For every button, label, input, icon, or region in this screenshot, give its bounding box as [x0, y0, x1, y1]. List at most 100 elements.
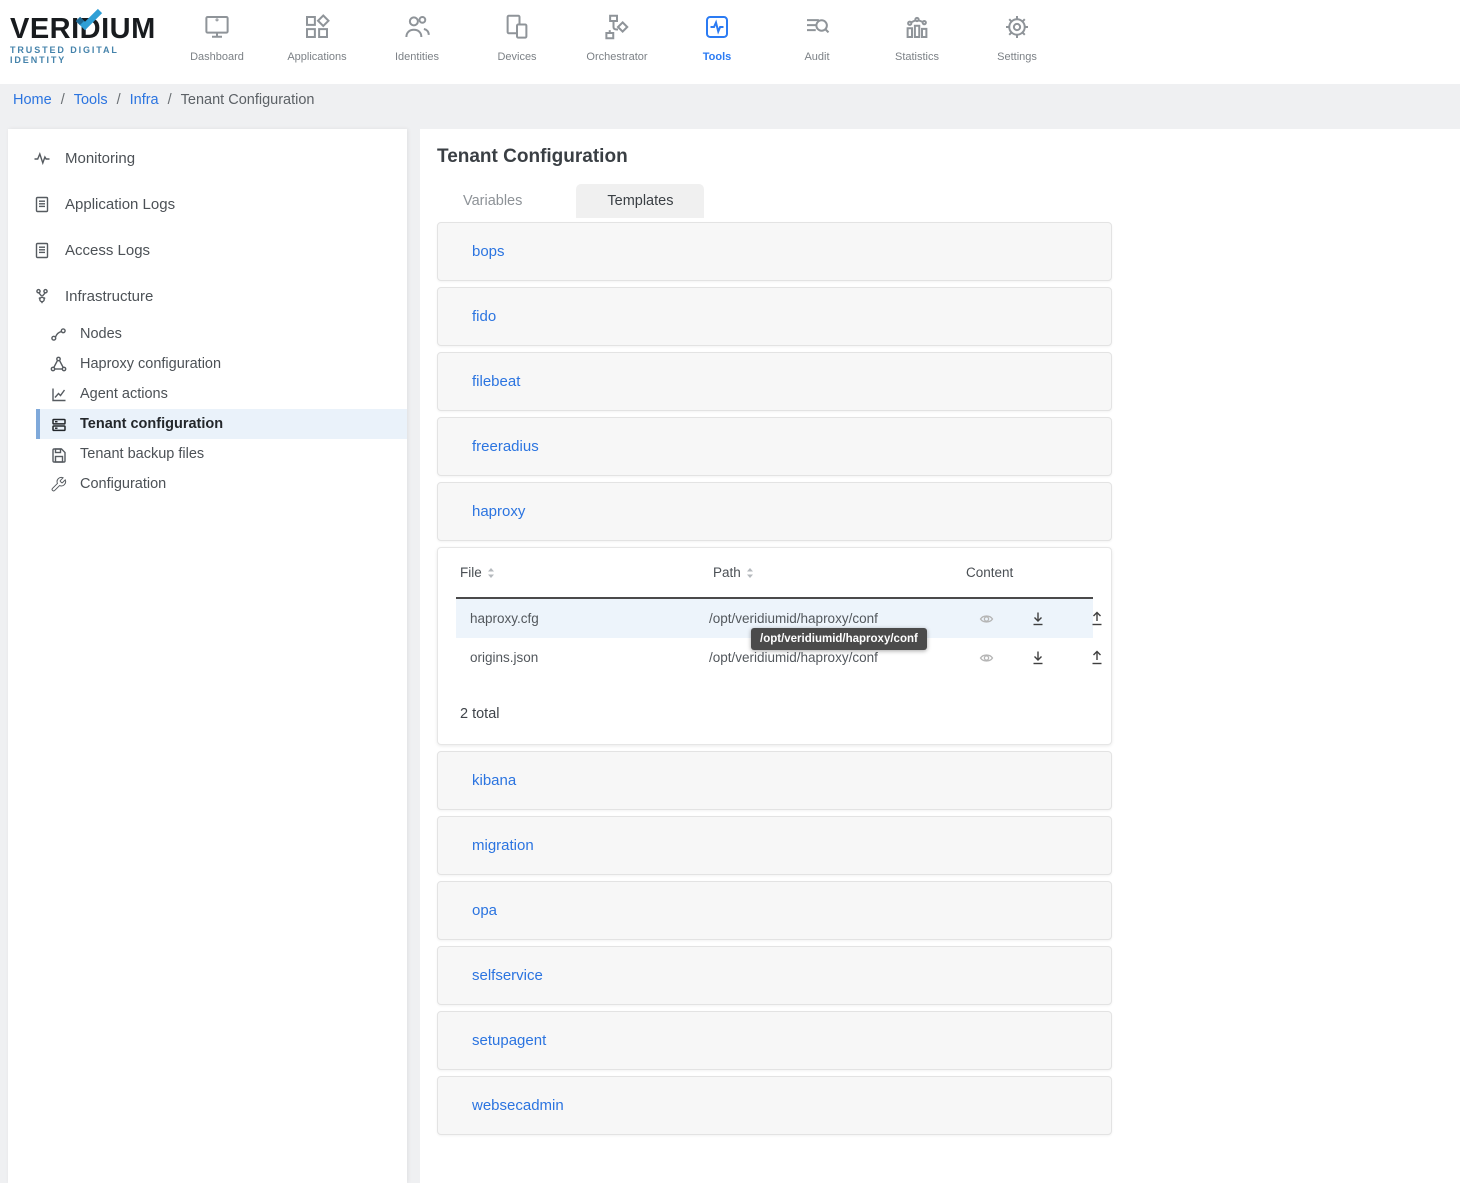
template-section-bops[interactable]: bops — [437, 222, 1112, 281]
breadcrumb-separator: / — [61, 92, 65, 108]
sidebar-item-nodes[interactable]: Nodes — [36, 319, 407, 349]
sidebar-item-label: Configuration — [80, 476, 166, 492]
template-accordion: bops fido filebeat freeradius haproxy Fi… — [437, 222, 1112, 1135]
view-content-button[interactable] — [960, 650, 1012, 666]
sidebar-item-access-logs[interactable]: Access Logs — [8, 227, 407, 273]
sidebar-item-application-logs[interactable]: Application Logs — [8, 181, 407, 227]
sort-icon[interactable] — [487, 567, 495, 579]
sidebar-item-monitoring[interactable]: Monitoring — [8, 135, 407, 181]
server-stack-icon — [50, 416, 67, 433]
haproxy-expanded-panel: File Path Content haproxy.cfg /opt/verid… — [437, 547, 1112, 745]
nodes-icon — [50, 326, 67, 343]
nav-label: Audit — [804, 51, 829, 63]
template-link[interactable]: selfservice — [472, 967, 543, 984]
nav-label: Statistics — [895, 51, 939, 63]
template-section-setupagent[interactable]: setupagent — [437, 1011, 1112, 1070]
template-section-freeradius[interactable]: freeradius — [437, 417, 1112, 476]
template-section-migration[interactable]: migration — [437, 816, 1112, 875]
nav-statistics[interactable]: Statistics — [867, 0, 967, 84]
download-button[interactable] — [1012, 649, 1063, 667]
sidebar-item-configuration[interactable]: Configuration — [36, 469, 407, 499]
nav-orchestrator[interactable]: Orchestrator — [567, 0, 667, 84]
veridium-logo[interactable]: VERIDIUM TRUSTED DIGITAL IDENTITY — [10, 14, 170, 65]
upload-button[interactable] — [1063, 610, 1131, 628]
upload-button[interactable] — [1063, 649, 1131, 667]
panel-gap — [407, 116, 420, 1183]
sidebar-item-label: Application Logs — [65, 196, 175, 213]
dashboard-icon — [202, 12, 232, 42]
upload-icon — [1088, 610, 1106, 628]
devices-icon — [502, 12, 532, 42]
file-name: origins.json — [456, 650, 709, 665]
nav-label: Applications — [287, 51, 346, 63]
chart-line-icon — [50, 386, 67, 403]
template-link[interactable]: migration — [472, 837, 534, 854]
template-link[interactable]: freeradius — [472, 438, 539, 455]
infrastructure-icon — [33, 288, 51, 305]
sidebar-item-tenant-backup-files[interactable]: Tenant backup files — [36, 439, 407, 469]
monitoring-pulse-icon — [33, 150, 51, 167]
eye-icon — [977, 650, 996, 666]
template-section-opa[interactable]: opa — [437, 881, 1112, 940]
template-link[interactable]: bops — [472, 243, 505, 260]
sort-icon[interactable] — [746, 567, 754, 579]
file-table-header: File Path Content — [456, 548, 1093, 599]
sidebar-item-tenant-configuration[interactable]: Tenant configuration — [36, 409, 407, 439]
applications-icon — [302, 12, 332, 42]
document-icon — [33, 242, 51, 259]
template-section-haproxy[interactable]: haproxy — [437, 482, 1112, 541]
template-section-kibana[interactable]: kibana — [437, 751, 1112, 810]
column-header-file[interactable]: File — [456, 565, 709, 580]
nav-label: Dashboard — [190, 51, 244, 63]
table-total-count: 2 total — [456, 706, 1093, 722]
template-section-websecadmin[interactable]: websecadmin — [437, 1076, 1112, 1135]
sidebar-item-infrastructure[interactable]: Infrastructure — [8, 273, 407, 319]
template-link[interactable]: setupagent — [472, 1032, 546, 1049]
sidebar-item-label: Haproxy configuration — [80, 356, 221, 372]
breadcrumb-current: Tenant Configuration — [181, 92, 315, 108]
eye-icon — [977, 611, 996, 627]
audit-icon — [802, 12, 832, 42]
breadcrumb-tools-link[interactable]: Tools — [74, 92, 108, 108]
nav-identities[interactable]: Identities — [367, 0, 467, 84]
tab-templates[interactable]: Templates — [576, 184, 704, 218]
nav-settings[interactable]: Settings — [967, 0, 1067, 84]
template-section-filebeat[interactable]: filebeat — [437, 352, 1112, 411]
column-header-path[interactable]: Path — [709, 565, 960, 580]
identities-icon — [402, 12, 432, 42]
sidebar-item-label: Infrastructure — [65, 288, 153, 305]
template-link[interactable]: haproxy — [472, 503, 525, 520]
top-navigation: Dashboard Applications Identities — [167, 0, 1067, 84]
file-name: haproxy.cfg — [456, 611, 709, 626]
template-link[interactable]: fido — [472, 308, 496, 325]
nav-tools[interactable]: Tools — [667, 0, 767, 84]
file-path: /opt/veridiumid/haproxy/conf — [709, 650, 960, 665]
nav-label: Devices — [497, 51, 536, 63]
sidebar-item-label: Agent actions — [80, 386, 168, 402]
nav-dashboard[interactable]: Dashboard — [167, 0, 267, 84]
nav-audit[interactable]: Audit — [767, 0, 867, 84]
template-link[interactable]: filebeat — [472, 373, 520, 390]
template-link[interactable]: websecadmin — [472, 1097, 564, 1114]
settings-gear-icon — [1002, 12, 1032, 42]
floppy-disk-icon — [50, 446, 67, 463]
nav-applications[interactable]: Applications — [267, 0, 367, 84]
tab-variables[interactable]: Variables — [437, 184, 548, 218]
sidebar-item-label: Monitoring — [65, 150, 135, 167]
view-content-button[interactable] — [960, 611, 1012, 627]
sidebar-item-agent-actions[interactable]: Agent actions — [36, 379, 407, 409]
template-section-selfservice[interactable]: selfservice — [437, 946, 1112, 1005]
template-section-fido[interactable]: fido — [437, 287, 1112, 346]
template-link[interactable]: kibana — [472, 772, 516, 789]
sidebar-item-haproxy-configuration[interactable]: Haproxy configuration — [36, 349, 407, 379]
breadcrumb-infra-link[interactable]: Infra — [130, 92, 159, 108]
download-button[interactable] — [1012, 610, 1063, 628]
sidebar-item-label: Tenant backup files — [80, 446, 204, 462]
template-link[interactable]: opa — [472, 902, 497, 919]
breadcrumb-home-link[interactable]: Home — [13, 92, 52, 108]
nav-label: Orchestrator — [586, 51, 647, 63]
sidebar: Monitoring Application Logs Access Logs … — [8, 129, 407, 1183]
main-content: Tenant Configuration Variables Templates… — [420, 129, 1460, 1183]
nav-label: Identities — [395, 51, 439, 63]
nav-devices[interactable]: Devices — [467, 0, 567, 84]
